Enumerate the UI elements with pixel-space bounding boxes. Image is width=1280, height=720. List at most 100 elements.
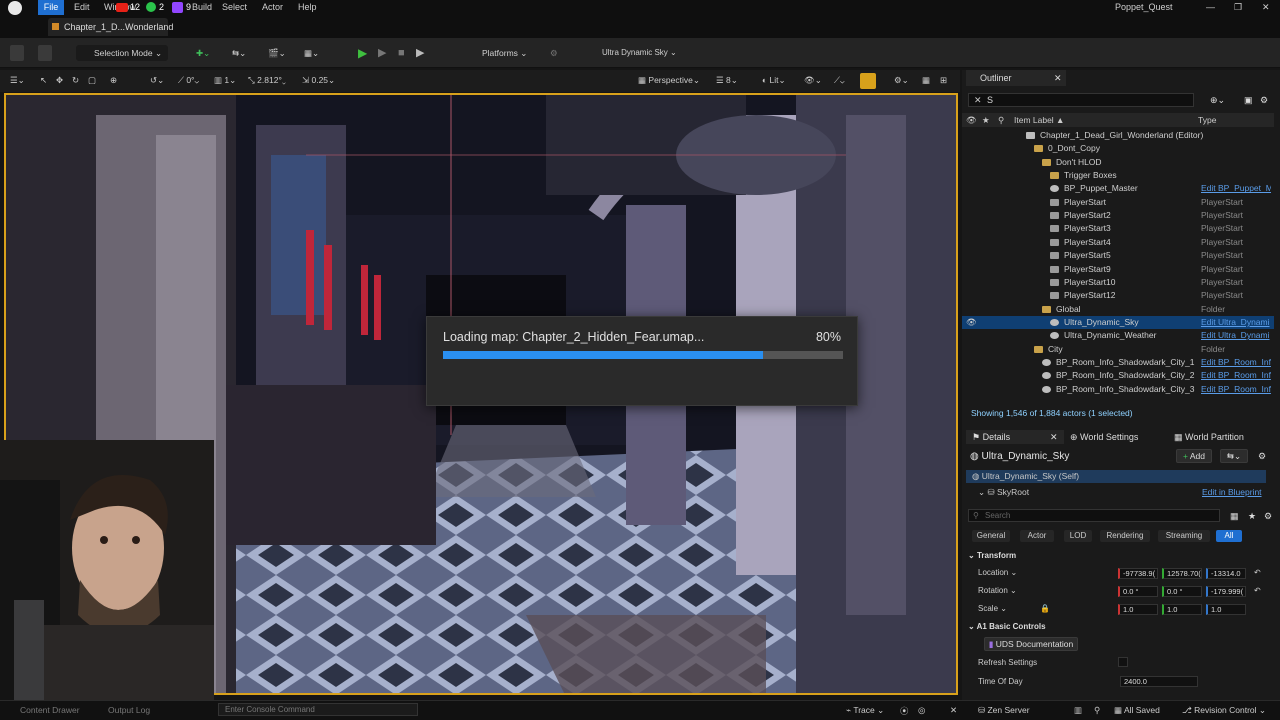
settings-icon[interactable]: ⚙ bbox=[550, 45, 564, 61]
realtime-toggle-icon[interactable] bbox=[860, 73, 876, 89]
output-log-button[interactable]: Output Log bbox=[108, 705, 150, 715]
outliner-row[interactable]: 0_Dont_Copy bbox=[962, 142, 1274, 155]
unreal-logo-icon[interactable] bbox=[8, 1, 22, 15]
filter-general[interactable]: General bbox=[972, 530, 1010, 542]
rotation-dropdown[interactable]: Rotation ⌄ bbox=[978, 586, 1017, 595]
stop-icon[interactable]: ■ bbox=[398, 45, 410, 61]
save-icon[interactable] bbox=[10, 45, 24, 61]
add-actor-icon[interactable]: ✚⌄ bbox=[196, 45, 218, 61]
create-folder-icon[interactable]: ▣ bbox=[1244, 92, 1253, 108]
outliner-row[interactable]: BP_Room_Info_Shadowdark_City_2 Edit BP_Ro… bbox=[962, 369, 1274, 382]
outliner-row[interactable]: PlayerStart10 PlayerStart bbox=[962, 276, 1274, 289]
layout-icon[interactable]: ▦ bbox=[922, 75, 930, 86]
viewport-menu-icon[interactable]: ☰⌄ bbox=[10, 75, 25, 86]
outliner-row[interactable]: PlayerStart5 PlayerStart bbox=[962, 249, 1274, 262]
favorites-icon[interactable]: ★ bbox=[1248, 508, 1256, 524]
rotation-x-field[interactable]: 0.0 ° bbox=[1118, 586, 1158, 597]
filter-lod[interactable]: LOD bbox=[1064, 530, 1092, 542]
component-skyroot-row[interactable]: ⌄ ⛁ SkyRoot Edit in Blueprint bbox=[978, 486, 1268, 499]
build-icon[interactable]: ▦⌄ bbox=[304, 45, 326, 61]
filter-actor[interactable]: Actor bbox=[1020, 530, 1054, 542]
pin-column-icon[interactable]: ★ bbox=[982, 113, 990, 127]
outliner-row[interactable]: Don't HLOD bbox=[962, 156, 1274, 169]
outliner-row[interactable]: Ultra_Dynamic_Weather Edit Ultra_Dynami bbox=[962, 329, 1274, 342]
outliner-close-icon[interactable]: ✕ bbox=[1054, 70, 1062, 86]
content-drawer-button[interactable]: Content Drawer bbox=[20, 705, 80, 715]
lock-column-icon[interactable]: ⚲ bbox=[998, 113, 1004, 127]
menu-build[interactable]: Build bbox=[192, 2, 212, 12]
fov-dropdown[interactable]: ☰ 8⌄ bbox=[716, 75, 738, 86]
transform-section[interactable]: ⌄ Transform bbox=[968, 551, 1016, 560]
location-z-field[interactable]: -13314.0 bbox=[1206, 568, 1246, 579]
scale-y-field[interactable]: 1.0 bbox=[1162, 604, 1202, 615]
content-browser-icon[interactable] bbox=[38, 45, 52, 61]
tab-outliner[interactable]: Outliner ✕ bbox=[966, 70, 1066, 86]
show-icon[interactable]: 👁⌄ bbox=[804, 75, 822, 86]
outliner-row[interactable]: Global Folder bbox=[962, 303, 1274, 316]
trace-dropdown[interactable]: ⌁ Trace ⌄ bbox=[846, 705, 884, 716]
x-icon[interactable]: ✕ bbox=[950, 705, 957, 716]
record-icon[interactable]: ⦿ bbox=[900, 705, 909, 717]
basic-controls-section[interactable]: ⌄ A1 Basic Controls bbox=[968, 622, 1046, 631]
outliner-row[interactable]: Chapter_1_Dead_Girl_Wonderland (Editor) bbox=[962, 129, 1274, 142]
zen-server-button[interactable]: ⛁ Zen Server bbox=[978, 705, 1030, 716]
close-icon[interactable]: ✕ bbox=[1262, 2, 1270, 13]
outliner-row[interactable]: PlayerStart9 PlayerStart bbox=[962, 263, 1274, 276]
menu-file[interactable]: File bbox=[38, 0, 64, 15]
outliner-row-type[interactable]: Edit Ultra_Dynami bbox=[1201, 316, 1271, 329]
rotation-snap[interactable]: ⟋ 0°⌄ bbox=[178, 75, 199, 86]
play-icon[interactable]: ▶ bbox=[358, 45, 372, 61]
outliner-row[interactable]: Trigger Boxes bbox=[962, 169, 1274, 182]
rotation-y-field[interactable]: 0.0 ° bbox=[1162, 586, 1202, 597]
derived-data-icon[interactable]: ▥ bbox=[1074, 705, 1082, 716]
filter-rendering[interactable]: Rendering bbox=[1100, 530, 1150, 542]
minimize-icon[interactable]: — bbox=[1206, 2, 1215, 12]
selection-mode-dropdown[interactable]: Selection Mode ⌄ bbox=[76, 45, 168, 61]
tab-world-settings[interactable]: ⊕ World Settings bbox=[1070, 430, 1138, 444]
location-x-field[interactable]: -97738.9( bbox=[1118, 568, 1158, 579]
details-options-icon[interactable]: ⚙ bbox=[1264, 508, 1272, 524]
revision-control-button[interactable]: ⎇ Revision Control ⌄ bbox=[1182, 705, 1266, 716]
outliner-row[interactable]: 👁 Ultra_Dynamic_Sky Edit Ultra_Dynami bbox=[962, 315, 1274, 329]
scale-z-field[interactable]: 1.0 bbox=[1206, 604, 1246, 615]
outliner-row[interactable]: BP_Puppet_Master Edit BP_Puppet_M bbox=[962, 182, 1274, 195]
rotation-z-field[interactable]: -179.999( bbox=[1206, 586, 1246, 597]
perspective-dropdown[interactable]: ▦ Perspective⌄ bbox=[638, 75, 700, 86]
details-close-icon[interactable]: ✕ bbox=[1050, 430, 1058, 444]
item-label-column[interactable]: Item Label ▲ bbox=[1014, 113, 1064, 127]
outliner-row[interactable]: PlayerStart PlayerStart bbox=[962, 196, 1274, 209]
location-dropdown[interactable]: Location ⌄ bbox=[978, 568, 1017, 577]
menu-edit[interactable]: Edit bbox=[74, 2, 90, 12]
reset-rotation-icon[interactable]: ↶ bbox=[1254, 586, 1261, 595]
menu-select[interactable]: Select bbox=[222, 2, 247, 12]
console-input[interactable]: Enter Console Command bbox=[218, 703, 418, 716]
component-self-row[interactable]: ◍ Ultra_Dynamic_Sky (Self) bbox=[966, 470, 1266, 483]
surface-snap-icon[interactable]: ↺⌄ bbox=[150, 75, 164, 86]
menu-help[interactable]: Help bbox=[298, 2, 317, 12]
ultra-dynamic-sky-dropdown[interactable]: Ultra Dynamic Sky ⌄ bbox=[588, 45, 678, 61]
refresh-settings-checkbox[interactable] bbox=[1118, 657, 1128, 667]
outliner-search-input[interactable]: ✕ S bbox=[968, 93, 1194, 107]
scale-snap[interactable]: ⇲ 0.25⌄ bbox=[302, 75, 335, 86]
camera-icon[interactable]: ◎ bbox=[918, 705, 925, 716]
blueprint-icon[interactable]: ⇆⌄ bbox=[232, 45, 254, 61]
select-tool-icon[interactable]: ↖ bbox=[40, 75, 47, 86]
details-settings-icon[interactable]: ⚙ bbox=[1258, 448, 1266, 464]
details-search-input[interactable]: ⚲ Search bbox=[968, 509, 1220, 522]
type-column[interactable]: Type bbox=[1198, 113, 1216, 127]
outliner-row-type[interactable]: Edit Ultra_Dynami bbox=[1201, 329, 1271, 342]
visibility-column-icon[interactable]: 👁 bbox=[966, 113, 977, 127]
tab-details[interactable]: ⚑ Details ✕ bbox=[966, 430, 1064, 444]
lit-dropdown[interactable]: ◐ Lit⌄ bbox=[762, 75, 786, 86]
all-saved-button[interactable]: ▦ All Saved bbox=[1114, 705, 1160, 716]
visibility-icon[interactable]: 👁 bbox=[966, 316, 977, 329]
reset-location-icon[interactable]: ↶ bbox=[1254, 568, 1261, 577]
outliner-row[interactable]: BP_Room_Info_Shadowdark_City_3 Edit BP_Ro… bbox=[962, 383, 1274, 396]
add-filter-icon[interactable]: ⊕⌄ bbox=[1210, 92, 1225, 108]
outliner-row[interactable]: PlayerStart4 PlayerStart bbox=[962, 236, 1274, 249]
outliner-row[interactable]: City Folder bbox=[962, 343, 1274, 356]
grid-snap[interactable]: ▥ 1⌄ bbox=[214, 75, 236, 86]
cinematics-icon[interactable]: 🎬⌄ bbox=[268, 45, 290, 61]
scale-dropdown[interactable]: Scale ⌄ bbox=[978, 604, 1007, 613]
scale-x-field[interactable]: 1.0 bbox=[1118, 604, 1158, 615]
